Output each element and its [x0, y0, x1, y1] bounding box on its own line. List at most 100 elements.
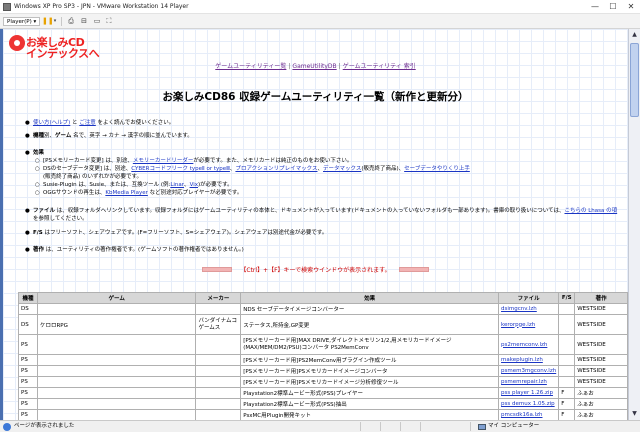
text-fragment: はフリーソフト、シェアウェアです。(F=フリーソフト、S=シェアウェア)。シェア… [42, 230, 328, 236]
cell-platform: PS [18, 334, 38, 355]
removable-devices-icon[interactable]: ▭ [93, 18, 101, 25]
bold-term: 著作 [33, 247, 45, 253]
cell-fs [558, 354, 576, 366]
cell-file: psmem3mgconv.lzh [498, 365, 560, 377]
nav-link-utility-index[interactable]: ゲームユーティリティ 索引 [343, 63, 416, 70]
decorative-band-right [398, 267, 429, 272]
bullet-icon: ● [25, 247, 30, 253]
file-link[interactable]: pss player 1.26.zip [501, 390, 553, 396]
pause-icon[interactable]: ❚❚ [42, 18, 54, 25]
toolbar-divider [61, 17, 62, 26]
circle-bullet-icon: ○ [35, 182, 40, 188]
cd-disc-icon [9, 35, 25, 51]
file-link[interactable]: pmcsdk16a.lzh [501, 412, 542, 418]
table-row: DS ケロロRPG バンダイナムコゲームス ステータス,所持金,GP変更 ker… [18, 314, 628, 335]
cell-fs [558, 376, 576, 388]
cell-platform: PS [18, 365, 38, 377]
nav-separator: | [288, 63, 291, 70]
text-fragment: (販売終了商品) のいずれかが必要です。 [43, 174, 142, 180]
text-fragment: は、ユーティリティの著作権者です。(ゲームソフトの著作権者ではありません。) [44, 247, 244, 253]
fullscreen-icon[interactable]: ⛶ [105, 18, 113, 25]
window-titlebar: Windows XP Pro SP3 - JPN - VMware Workst… [0, 0, 640, 14]
security-zone-label: マイ コンピューター [488, 423, 540, 429]
file-link[interactable]: psmem3mgconv.lzh [501, 368, 556, 374]
text-fragment: 名で、英字 → カナ → 漢字の順に並んでいます。 [71, 133, 193, 139]
cell-maker [195, 398, 242, 410]
file-link[interactable]: ps2memconv.lzh [501, 342, 547, 348]
text-fragment: と [70, 120, 80, 126]
text-fragment: など別途対応プレイヤーが必要です。 [147, 190, 243, 196]
text-fragment: が必要です。また、メモリカードは純正のものをお使い下さい。 [193, 158, 353, 164]
vix-link[interactable]: Vix [190, 182, 198, 188]
memory-card-reader-link[interactable]: メモリーカードリーダー [133, 158, 194, 164]
data-max-link[interactable]: データマックス [323, 166, 361, 172]
dropdown-icon[interactable]: ▾ [51, 18, 59, 25]
status-divider [360, 422, 361, 431]
lhasa-link[interactable]: こちらの Lhasa の項 [564, 208, 617, 214]
vertical-scrollbar[interactable]: ▲ ▼ [628, 29, 640, 420]
close-button[interactable]: ✕ [622, 0, 640, 14]
maximize-button[interactable]: ☐ [604, 0, 622, 14]
sub-item-ds-save: ○ DSのセーブデータ変更] は、別途、CYBERコードフリーク typeⅡ o… [33, 165, 623, 181]
status-divider [420, 422, 421, 431]
text-fragment: [PSメモリーカード変更] は、別途、 [43, 158, 133, 164]
list-item-help: ● 使い方(ヘルプ) と ご注意 をよく読んでお使いください。 [25, 119, 623, 127]
cell-author: WESTSIDE [574, 314, 628, 335]
status-divider [470, 422, 471, 431]
help-link[interactable]: 使い方(ヘルプ) [33, 120, 70, 126]
circle-bullet-icon: ○ [35, 190, 40, 196]
text-fragment: は、収録フォルダへリンクしています。収録フォルダにはゲームユーティリティの本体と… [55, 208, 565, 214]
kbmedia-player-link[interactable]: KbMedia Player [105, 190, 147, 196]
file-link[interactable]: psmemrepair.lzh [501, 379, 547, 385]
cell-game [36, 398, 197, 410]
cell-game [36, 334, 197, 355]
window-title: Windows XP Pro SP3 - JPN - VMware Workst… [14, 3, 189, 10]
cell-platform: PS [18, 376, 38, 388]
col-header-fs: F/S [558, 292, 576, 304]
cell-author: ふぁお [574, 398, 628, 410]
file-link[interactable]: dsimgcnv.lzh [501, 306, 537, 312]
file-link[interactable]: makeplugin.lzh [501, 357, 543, 363]
scroll-down-arrow-icon[interactable]: ▼ [630, 409, 639, 419]
col-header-platform: 機種 [18, 292, 38, 304]
cell-maker [195, 303, 242, 315]
col-header-game: ゲーム [36, 292, 197, 304]
cell-platform: PS [18, 409, 38, 420]
player-menu-button[interactable]: Player(P) ▾ [3, 17, 41, 26]
nav-link-utility-list[interactable]: ゲームユーティリティー覧 [215, 63, 286, 70]
index-logo-link[interactable]: お楽しみCD インデックスへ [9, 34, 109, 60]
table-row: PS [PSメモリーカード用]MAX DRIVE,ダイレクトメモリン1/2,用メ… [18, 334, 628, 355]
cell-effect: [PSメモリーカード用]PSメモリカードイメージコンバータ [240, 365, 500, 377]
file-link[interactable]: pss demux 1.05.zip [501, 401, 555, 407]
text-fragment: DSのセーブデータ変更] は、別途、 [43, 166, 132, 172]
usb-icon[interactable]: ⊟ [80, 18, 88, 25]
cell-effect: ステータス,所持金,GP変更 [240, 314, 500, 335]
cell-file: makeplugin.lzh [498, 354, 560, 366]
bold-term: F/S [33, 230, 43, 236]
cell-effect: PsxMC用Plugin開発キット [240, 409, 500, 420]
cyber-code-freak-link[interactable]: CYBERコードフリーク typeⅡ or typeⅢ [131, 166, 230, 172]
bullet-icon: ● [25, 133, 30, 139]
scrollbar-thumb[interactable] [630, 43, 639, 117]
decorative-band-left [202, 267, 233, 272]
linar-link[interactable]: Linar [170, 182, 184, 188]
send-ctrl-alt-del-icon[interactable]: ⎙ [67, 18, 75, 25]
save-data-yarikuri-link[interactable]: セーブデータやりくり上手 [404, 166, 470, 172]
file-link[interactable]: kerorpge.lzh [501, 322, 535, 328]
cell-file: psmemrepair.lzh [498, 376, 560, 388]
text-fragment: )が必要です。 [198, 182, 233, 188]
nav-link-gameutilitydb[interactable]: GameUtilityDB [292, 63, 336, 70]
sub-item-ogg: ○ OGGサウンドの再生は、KbMedia Player など別途対応プレイヤー… [33, 189, 623, 197]
cell-maker [195, 365, 242, 377]
cell-game [36, 365, 197, 377]
list-item-fs: ● F/S はフリーソフト、シェアウェアです。(F=フリーソフト、S=シェアウェ… [25, 229, 623, 237]
cell-author: ふぁお [574, 409, 628, 420]
pro-action-replay-link[interactable]: プロアクションリプレイマックス [235, 166, 317, 172]
sub-item-susie: ○ Susie-Plugin は、Susie、または、互換ツール (例:Lina… [33, 181, 623, 189]
caution-link[interactable]: ご注意 [79, 120, 96, 126]
status-divider [400, 422, 401, 431]
scroll-up-arrow-icon[interactable]: ▲ [630, 30, 639, 40]
text-fragment: を参照してください。 [33, 216, 88, 222]
cell-game [36, 387, 197, 399]
minimize-button[interactable]: — [586, 0, 604, 14]
